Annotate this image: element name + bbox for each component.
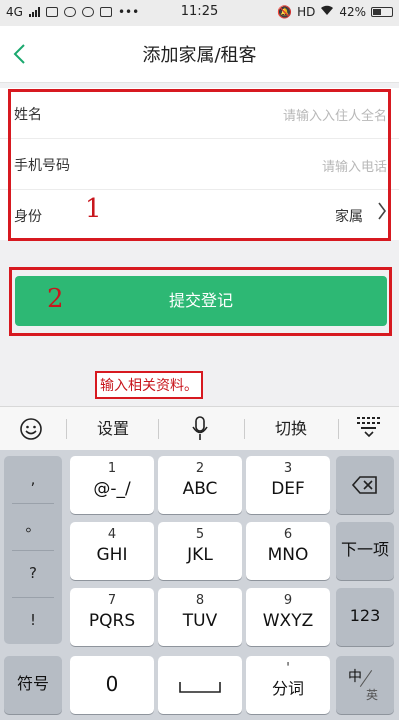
switch-button[interactable]: 切换 [256, 407, 326, 451]
annotation-box-2 [9, 267, 392, 336]
annotation-box-1 [8, 89, 391, 241]
key-3[interactable]: 3 DEF [246, 456, 330, 514]
space-button[interactable] [158, 656, 242, 714]
key-letters: ABC [182, 479, 218, 499]
key-letters: JKL [187, 545, 213, 565]
key-letters: GHI [96, 545, 128, 565]
key-number: 8 [195, 593, 205, 608]
symbol-key[interactable]: ! [4, 597, 62, 644]
key-5[interactable]: 5 JKL [158, 522, 242, 580]
key-7[interactable]: 7 PQRS [70, 588, 154, 646]
delete-button[interactable] [336, 456, 394, 514]
symbol-column: , 。 ? ! [4, 456, 62, 644]
key-0[interactable]: 0 [70, 656, 154, 714]
toolbar-divider [244, 419, 245, 439]
settings-button[interactable]: 设置 [78, 407, 148, 451]
nav-bar: 添加家属/租客 [0, 26, 399, 83]
keyboard-collapse-icon [357, 417, 380, 438]
battery-percent: 42% [339, 5, 366, 19]
toolbar-divider [338, 419, 339, 439]
segment-button[interactable]: ' 分词 [246, 656, 330, 714]
annotation-note: 输入相关资料。 [95, 371, 203, 399]
toolbar-divider [66, 419, 67, 439]
key-number: 6 [283, 527, 293, 542]
mute-icon: 🔕 [277, 5, 293, 19]
wifi-icon [320, 5, 334, 19]
space-icon [179, 682, 221, 693]
lang-zh: 中 [348, 669, 362, 685]
key-2[interactable]: 2 ABC [158, 456, 242, 514]
symbol-key[interactable]: 。 [4, 503, 62, 550]
key-number: 3 [283, 461, 293, 476]
voice-input-button[interactable] [170, 407, 230, 451]
lang-en: 英 [366, 688, 379, 702]
numeric-mode-button[interactable]: 123 [336, 588, 394, 646]
emoji-icon [20, 418, 42, 440]
key-letters: WXYZ [262, 611, 314, 631]
language-switch-button[interactable]: 中 英 [336, 656, 394, 714]
battery-icon [371, 7, 393, 17]
microphone-icon [192, 416, 208, 440]
collapse-keyboard-button[interactable] [346, 407, 392, 451]
key-number: 7 [107, 593, 117, 608]
hd-indicator: HD [297, 5, 316, 19]
symbol-key[interactable]: ? [4, 550, 62, 597]
key-number: 9 [283, 593, 293, 608]
status-bar: 4G ••• 11:25 🔕 HD 42% [0, 0, 399, 26]
key-4[interactable]: 4 GHI [70, 522, 154, 580]
key-letters: DEF [271, 479, 305, 499]
annotation-marker-1: 1 [85, 194, 102, 224]
key-letters: TUV [182, 611, 218, 631]
segment-dot: ' [286, 661, 290, 676]
key-letters: @-_/ [93, 479, 131, 499]
key-8[interactable]: 8 TUV [158, 588, 242, 646]
symbol-mode-button[interactable]: 符号 [4, 656, 62, 714]
key-letters: MNO [267, 545, 309, 565]
key-number: 2 [195, 461, 205, 476]
annotation-marker-2: 2 [47, 284, 64, 314]
key-number: 1 [107, 461, 117, 476]
page-title: 添加家属/租客 [142, 45, 257, 66]
key-letters: PQRS [88, 611, 136, 631]
keyboard: , 。 ? ! 1 @-_/ 2 ABC 3 DEF 4 GHI 5 JKL 6… [0, 450, 399, 720]
toolbar-divider [158, 419, 159, 439]
key-number: 4 [107, 527, 117, 542]
emoji-button[interactable] [8, 407, 54, 451]
key-number: 5 [195, 527, 205, 542]
keyboard-toolbar: 设置 切换 [0, 406, 399, 451]
key-1[interactable]: 1 @-_/ [70, 456, 154, 514]
next-button[interactable]: 下一项 [336, 522, 394, 580]
key-9[interactable]: 9 WXYZ [246, 588, 330, 646]
symbol-key[interactable]: , [4, 456, 62, 503]
key-6[interactable]: 6 MNO [246, 522, 330, 580]
backspace-icon [351, 476, 377, 494]
segment-label: 分词 [271, 679, 304, 698]
